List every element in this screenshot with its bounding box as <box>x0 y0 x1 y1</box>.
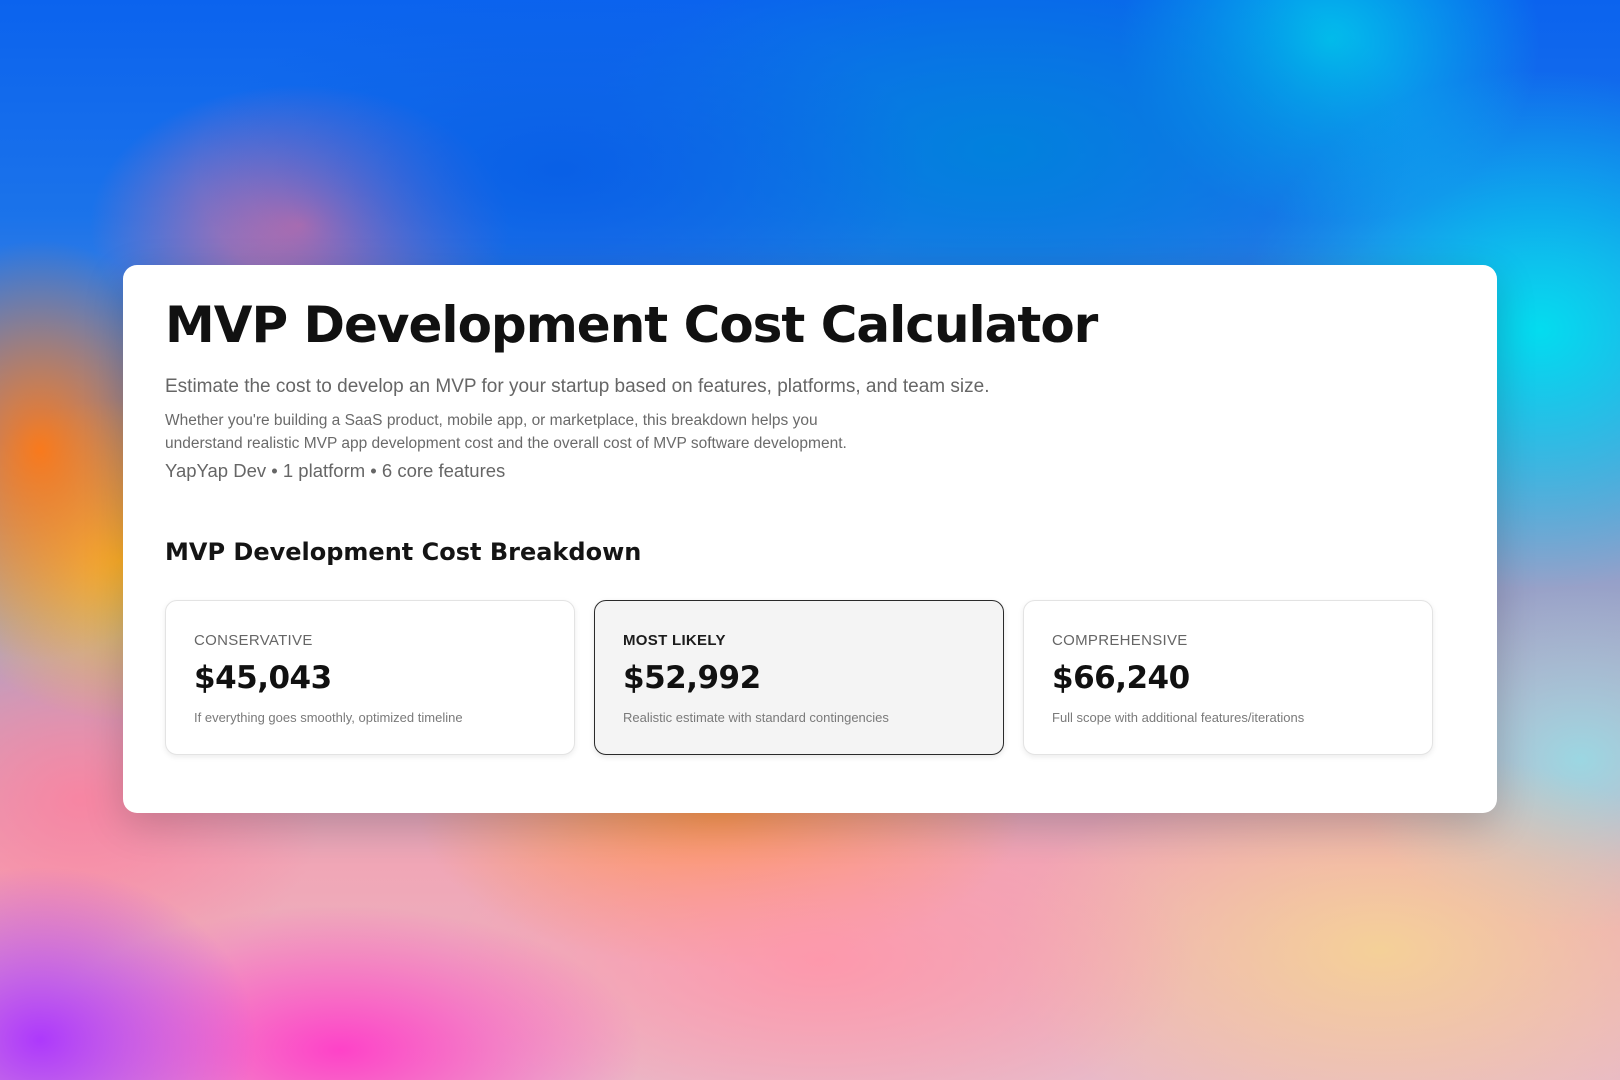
estimate-note: Full scope with additional features/iter… <box>1052 710 1305 725</box>
estimate-value: $66,240 <box>1052 660 1190 696</box>
page-title: MVP Development Cost Calculator <box>165 296 1098 354</box>
page-description: Whether you're building a SaaS product, … <box>165 412 847 452</box>
page-subtitle: Estimate the cost to develop an MVP for … <box>165 376 990 397</box>
estimate-value: $45,043 <box>194 660 332 696</box>
estimate-card-conservative: CONSERVATIVE $45,043 If everything goes … <box>165 600 575 755</box>
estimate-cards: CONSERVATIVE $45,043 If everything goes … <box>165 600 1455 755</box>
calculator-card: MVP Development Cost Calculator Estimate… <box>123 265 1497 813</box>
estimate-note: If everything goes smoothly, optimized t… <box>194 710 463 725</box>
breakdown-heading: MVP Development Cost Breakdown <box>165 538 642 566</box>
estimate-label: COMPREHENSIVE <box>1052 632 1188 649</box>
estimate-card-most-likely: MOST LIKELY $52,992 Realistic estimate w… <box>594 600 1004 755</box>
estimate-value: $52,992 <box>623 660 761 696</box>
estimate-note: Realistic estimate with standard conting… <box>623 710 889 725</box>
project-meta: YapYap Dev • 1 platform • 6 core feature… <box>165 460 506 481</box>
estimate-card-comprehensive: COMPREHENSIVE $66,240 Full scope with ad… <box>1023 600 1433 755</box>
estimate-label: MOST LIKELY <box>623 632 726 649</box>
estimate-label: CONSERVATIVE <box>194 632 313 649</box>
